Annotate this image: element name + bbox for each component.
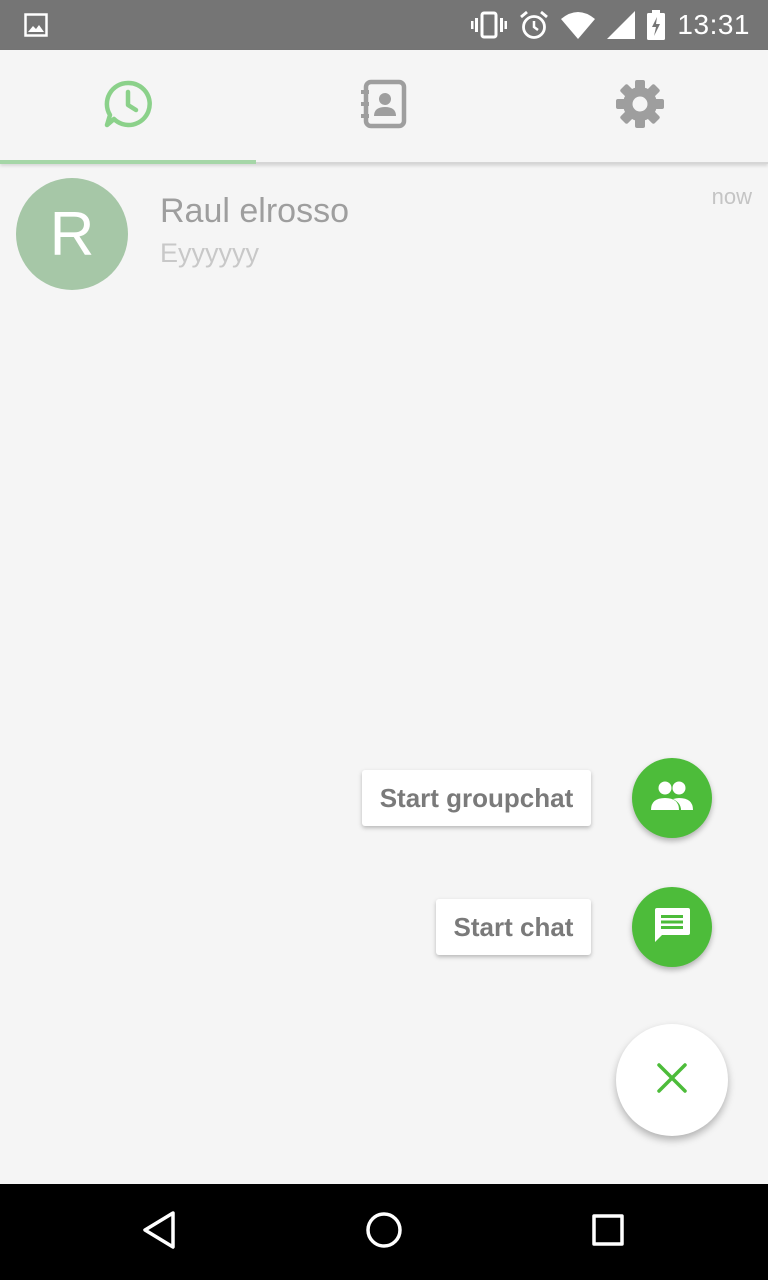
back-button[interactable] [100,1184,220,1280]
start-groupchat-label[interactable]: Start groupchat [362,770,591,826]
tab-contacts[interactable] [256,50,512,162]
wifi-icon [561,11,596,39]
alarm-icon [519,10,549,40]
back-icon [140,1209,180,1256]
navigation-bar [0,1184,768,1280]
signal-icon [607,11,636,39]
gear-icon [615,79,665,134]
recents-button[interactable] [548,1184,668,1280]
close-icon [656,1062,688,1099]
start-chat-label[interactable]: Start chat [436,899,591,955]
image-notification-icon [24,13,48,37]
contacts-book-icon [361,79,407,134]
home-button[interactable] [324,1184,444,1280]
tab-bar [0,50,768,164]
status-bar: 13:31 [0,0,768,50]
avatar: R [16,178,128,290]
chat-list-item[interactable]: R Raul elrosso Eyyyyyy now [0,170,768,298]
clock-chat-icon [103,79,153,134]
close-fab-button[interactable] [616,1024,728,1136]
last-message: Eyyyyyy [160,238,260,268]
battery-charging-icon [647,10,666,40]
message-icon [652,905,692,950]
group-icon [649,780,695,817]
start-chat-button[interactable] [632,887,712,967]
vibrate-icon [471,11,508,39]
active-tab-indicator [0,160,256,164]
clock-time: 13:31 [677,9,750,40]
start-groupchat-button[interactable] [632,758,712,838]
recents-icon [590,1212,626,1253]
home-icon [364,1210,404,1255]
contact-name: Raul elrosso [160,192,349,230]
tab-settings[interactable] [512,50,768,162]
message-time: now [711,184,752,209]
tab-chats[interactable] [0,50,256,162]
